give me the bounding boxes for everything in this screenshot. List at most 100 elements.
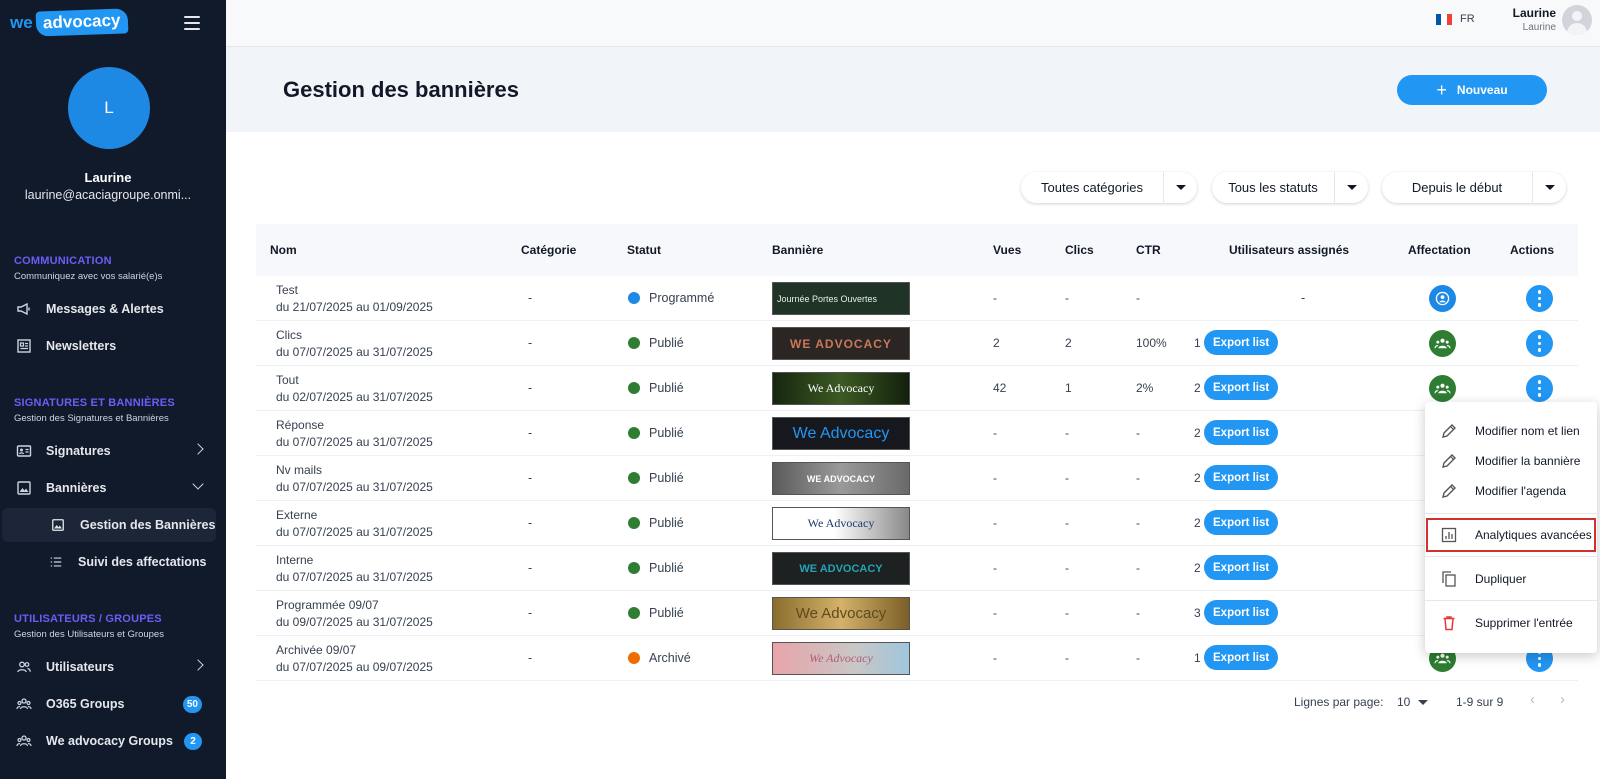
sidebar-item-bannieres[interactable]: Bannières (0, 471, 216, 505)
status-label: Publié (649, 381, 684, 395)
table-row[interactable]: Interne du 07/07/2025 au 31/07/2025 - Publi… (256, 546, 1578, 591)
table-row[interactable]: Externe du 07/07/2025 au 31/07/2025 - Publi… (256, 501, 1578, 546)
banner-thumbnail[interactable]: WE ADVOCACY (772, 552, 910, 585)
chevron-right-icon (192, 443, 204, 455)
banner-thumbnail[interactable]: We Advocacy (772, 372, 910, 405)
column-header-clicks[interactable]: Clics (1065, 243, 1094, 257)
sidebar-item-we-groups[interactable]: We advocacy Groups 2 (0, 724, 216, 758)
row-ctr: - (1136, 516, 1140, 530)
chevron-down-icon[interactable] (1334, 172, 1368, 203)
next-page-icon[interactable]: › (1560, 691, 1565, 708)
category-filter[interactable]: Toutes catégories (1021, 172, 1197, 203)
user-avatar-icon[interactable] (1562, 5, 1592, 35)
brand-logo[interactable]: we advocacy (10, 8, 128, 37)
menu-divider (1425, 556, 1597, 557)
menu-item-edit-agenda[interactable]: Modifier l'agenda (1425, 476, 1597, 506)
column-header-status[interactable]: Statut (627, 243, 661, 257)
sidebar-item-signatures[interactable]: Signatures (0, 434, 216, 468)
brand-we: we (10, 12, 33, 32)
export-list-button[interactable]: Export list (1204, 600, 1279, 625)
status-filter[interactable]: Tous les statuts (1212, 172, 1368, 203)
menu-divider (1425, 513, 1597, 514)
period-filter[interactable]: Depuis le début (1382, 172, 1566, 203)
table-row[interactable]: Tout du 02/07/2025 au 31/07/2025 - Publié We… (256, 366, 1578, 411)
rows-per-page-label: Lignes par page: (1294, 695, 1384, 709)
row-actions-button[interactable] (1526, 375, 1553, 402)
sidebar-item-label: Signatures (46, 444, 111, 458)
sidebar-item-suivi-affectations[interactable]: Suivi des affectations (0, 545, 216, 579)
row-clicks: - (1065, 606, 1069, 620)
assignment-button[interactable] (1429, 375, 1456, 402)
column-header-category[interactable]: Catégorie (521, 243, 576, 257)
column-header-name[interactable]: Nom (270, 243, 297, 257)
row-actions-button[interactable] (1526, 330, 1553, 357)
topbar-user-name: Laurine (1512, 6, 1556, 20)
table-row[interactable]: Clics du 07/07/2025 au 31/07/2025 - Publié W… (256, 321, 1578, 366)
assigned-users-count: 2 (1194, 516, 1201, 530)
assignment-button[interactable] (1429, 285, 1456, 312)
export-list-button[interactable]: Export list (1204, 375, 1279, 400)
table-row[interactable]: Test du 21/07/2025 au 01/09/2025 - Programm… (256, 276, 1578, 321)
sidebar-item-gestion-bannieres[interactable]: Gestion des Bannières (2, 508, 216, 542)
column-header-views[interactable]: Vues (993, 243, 1021, 257)
table-row[interactable]: Nv mails du 07/07/2025 au 31/07/2025 - Publ… (256, 456, 1578, 501)
row-views: - (993, 291, 997, 305)
rows-per-page-select[interactable]: 10 (1397, 695, 1429, 709)
row-name: Clics (276, 328, 302, 342)
previous-page-icon[interactable]: ‹ (1530, 691, 1535, 708)
menu-item-edit-banner[interactable]: Modifier la bannière (1425, 446, 1597, 476)
export-list-button[interactable]: Export list (1204, 510, 1279, 535)
page-header: Gestion des bannières + Nouveau (226, 47, 1600, 132)
banner-thumbnail[interactable]: WE ADVOCACY (772, 327, 910, 360)
export-list-button[interactable]: Export list (1204, 465, 1279, 490)
sidebar-item-messages[interactable]: Messages & Alertes (0, 292, 216, 326)
menu-item-duplicate[interactable]: Dupliquer (1425, 564, 1597, 594)
sidebar-item-o365-groups[interactable]: O365 Groups 50 (0, 687, 216, 721)
table-row[interactable]: Archivée 09/07 du 07/07/2025 au 09/07/202… (256, 636, 1578, 681)
sidebar-item-newsletters[interactable]: Newsletters (0, 329, 216, 363)
row-views: - (993, 606, 997, 620)
banner-thumbnail[interactable]: We Advocacy (772, 597, 910, 630)
sidebar-item-label: Utilisateurs (46, 660, 115, 674)
table-row[interactable]: Réponse du 07/07/2025 au 31/07/2025 - Publi… (256, 411, 1578, 456)
banner-thumbnail[interactable]: WE ADVOCACY (772, 462, 910, 495)
pencil-icon (1439, 451, 1459, 471)
assigned-users-count: 2 (1194, 426, 1201, 440)
row-dates: du 09/07/2025 au 31/07/2025 (276, 615, 433, 629)
banner-thumbnail[interactable]: Journée Portes Ouvertes (772, 282, 910, 315)
copy-icon (1439, 569, 1459, 589)
menu-item-delete[interactable]: Supprimer l'entrée (1425, 608, 1597, 638)
menu-toggle-icon[interactable] (184, 16, 200, 30)
chevron-down-icon[interactable] (1163, 172, 1197, 203)
group-icon (16, 733, 32, 749)
chevron-down-icon[interactable] (1532, 172, 1566, 203)
column-header-ctr[interactable]: CTR (1136, 243, 1161, 257)
row-actions-button[interactable] (1526, 285, 1553, 312)
menu-item-edit-name[interactable]: Modifier nom et lien (1425, 416, 1597, 446)
topbar-user[interactable]: Laurine Laurine (1466, 6, 1556, 33)
menu-item-label: Supprimer l'entrée (1475, 616, 1573, 630)
export-list-button[interactable]: Export list (1204, 555, 1279, 580)
banner-thumbnail[interactable]: We Advocacy (772, 507, 910, 540)
export-list-button[interactable]: Export list (1204, 330, 1279, 355)
section-title-signatures: SIGNATURES ET BANNIÈRES (14, 397, 175, 409)
menu-item-analytics[interactable]: Analytiques avancées (1426, 518, 1596, 552)
banner-thumbnail[interactable]: We Advocacy (772, 417, 910, 450)
row-clicks: 2 (1065, 336, 1072, 350)
export-list-button[interactable]: Export list (1204, 645, 1279, 670)
row-ctr: - (1136, 426, 1140, 440)
sidebar-item-utilisateurs[interactable]: Utilisateurs (0, 650, 216, 684)
row-clicks: - (1065, 516, 1069, 530)
pencil-icon (1439, 421, 1459, 441)
row-status: Archivé (628, 651, 691, 665)
brand-advocacy: advocacy (35, 8, 128, 37)
export-list-button[interactable]: Export list (1204, 420, 1279, 445)
row-name: Archivée 09/07 (276, 643, 357, 657)
table-row[interactable]: Programmée 09/07 du 09/07/2025 au 31/07/2… (256, 591, 1578, 636)
profile-name: Laurine (84, 170, 132, 185)
banner-thumbnail[interactable]: We Advocacy (772, 642, 910, 675)
new-banner-button[interactable]: + Nouveau (1397, 75, 1547, 105)
user-icon (1435, 291, 1450, 306)
rows-per-page-value: 10 (1397, 695, 1411, 709)
assignment-button[interactable] (1429, 330, 1456, 357)
